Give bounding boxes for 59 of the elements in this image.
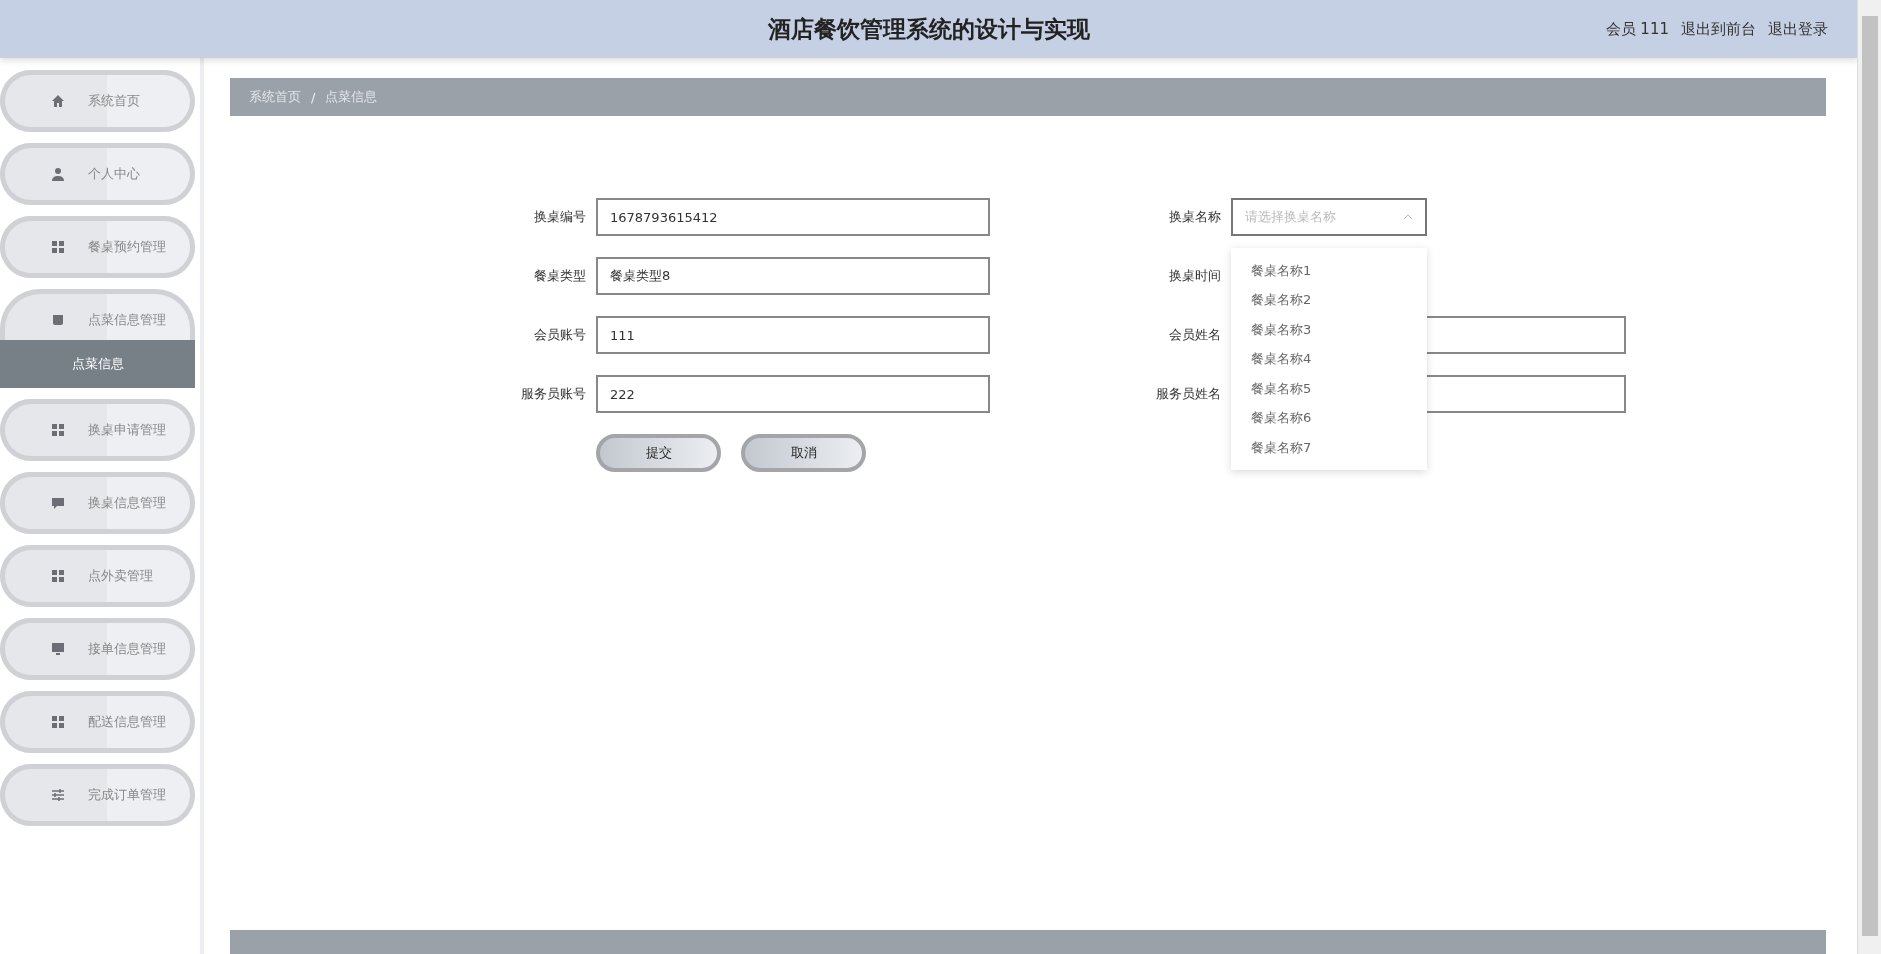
dropdown-option[interactable]: 餐桌名称7	[1231, 433, 1427, 463]
dropdown-option[interactable]: 餐桌名称5	[1231, 374, 1427, 404]
chat-icon	[50, 495, 66, 511]
field-label: 服务员账号	[520, 385, 587, 403]
breadcrumb-separator: /	[311, 89, 316, 105]
grid-icon	[50, 239, 66, 255]
sidebar-label: 个人中心	[88, 165, 140, 183]
sidebar-item[interactable]: 完成订单管理	[0, 764, 195, 826]
grid-icon	[50, 714, 66, 730]
field-label: 餐桌类型	[533, 267, 587, 285]
sidebar-label: 系统首页	[88, 92, 140, 110]
grid-icon	[50, 422, 66, 438]
field-label: 换桌编号	[533, 208, 587, 226]
home-icon	[50, 93, 66, 109]
sidebar-item[interactable]: 换桌申请管理	[0, 399, 195, 461]
sidebar-label: 餐桌预约管理	[88, 238, 166, 256]
sidebar-item[interactable]: 接单信息管理	[0, 618, 195, 680]
submenu-item[interactable]: 点菜信息	[0, 340, 195, 388]
sidebar-item[interactable]: 配送信息管理	[0, 691, 195, 753]
dropdown-option[interactable]: 餐桌名称3	[1231, 315, 1427, 345]
input-field[interactable]: 1678793615412	[596, 198, 990, 236]
sliders-icon	[50, 787, 66, 803]
caret-icon	[1403, 212, 1413, 222]
field-label: 换桌名称	[1168, 208, 1222, 226]
dropdown-option[interactable]: 餐桌名称4	[1231, 344, 1427, 374]
field-label: 会员账号	[533, 326, 587, 344]
dropdown-option[interactable]: 餐桌名称2	[1231, 285, 1427, 315]
form-button[interactable]: 提交	[596, 434, 721, 472]
bowl-icon	[50, 312, 66, 328]
scrollbar-thumb[interactable]	[1862, 16, 1878, 936]
header-link[interactable]: 退出到前台	[1681, 19, 1756, 39]
sidebar-label: 点外卖管理	[88, 567, 153, 585]
input-field[interactable]: 餐桌类型8	[596, 257, 990, 295]
monitor-icon	[50, 641, 66, 657]
sidebar-item[interactable]: 点外卖管理	[0, 545, 195, 607]
sidebar-item[interactable]: 个人中心	[0, 143, 195, 205]
sidebar-label: 接单信息管理	[88, 640, 166, 658]
sidebar-label: 换桌申请管理	[88, 421, 166, 439]
dropdown-option[interactable]: 餐桌名称6	[1231, 403, 1427, 433]
page-title: 酒店餐饮管理系统的设计与实现	[768, 14, 1090, 44]
sidebar-label: 完成订单管理	[88, 786, 166, 804]
scrollbar[interactable]	[1857, 0, 1881, 954]
dropdown-option[interactable]: 餐桌名称1	[1231, 256, 1427, 286]
sidebar-item[interactable]: 换桌信息管理	[0, 472, 195, 534]
sidebar-item[interactable]: 系统首页	[0, 70, 195, 132]
field-label: 会员姓名	[1168, 326, 1222, 344]
input-field[interactable]: 222	[596, 375, 990, 413]
field-label: 服务员姓名	[1155, 385, 1222, 403]
header-link[interactable]: 退出登录	[1768, 19, 1828, 39]
form-button[interactable]: 取消	[741, 434, 866, 472]
person-icon	[50, 166, 66, 182]
grid-icon	[50, 568, 66, 584]
user-label: 会员 111	[1605, 19, 1669, 39]
sidebar-item[interactable]: 餐桌预约管理	[0, 216, 195, 278]
input-field[interactable]: 111	[596, 316, 990, 354]
sidebar-label: 配送信息管理	[88, 713, 166, 731]
field-label: 换桌时间	[1168, 267, 1222, 285]
sidebar-label: 换桌信息管理	[88, 494, 166, 512]
sidebar-label: 点菜信息管理	[88, 311, 166, 329]
